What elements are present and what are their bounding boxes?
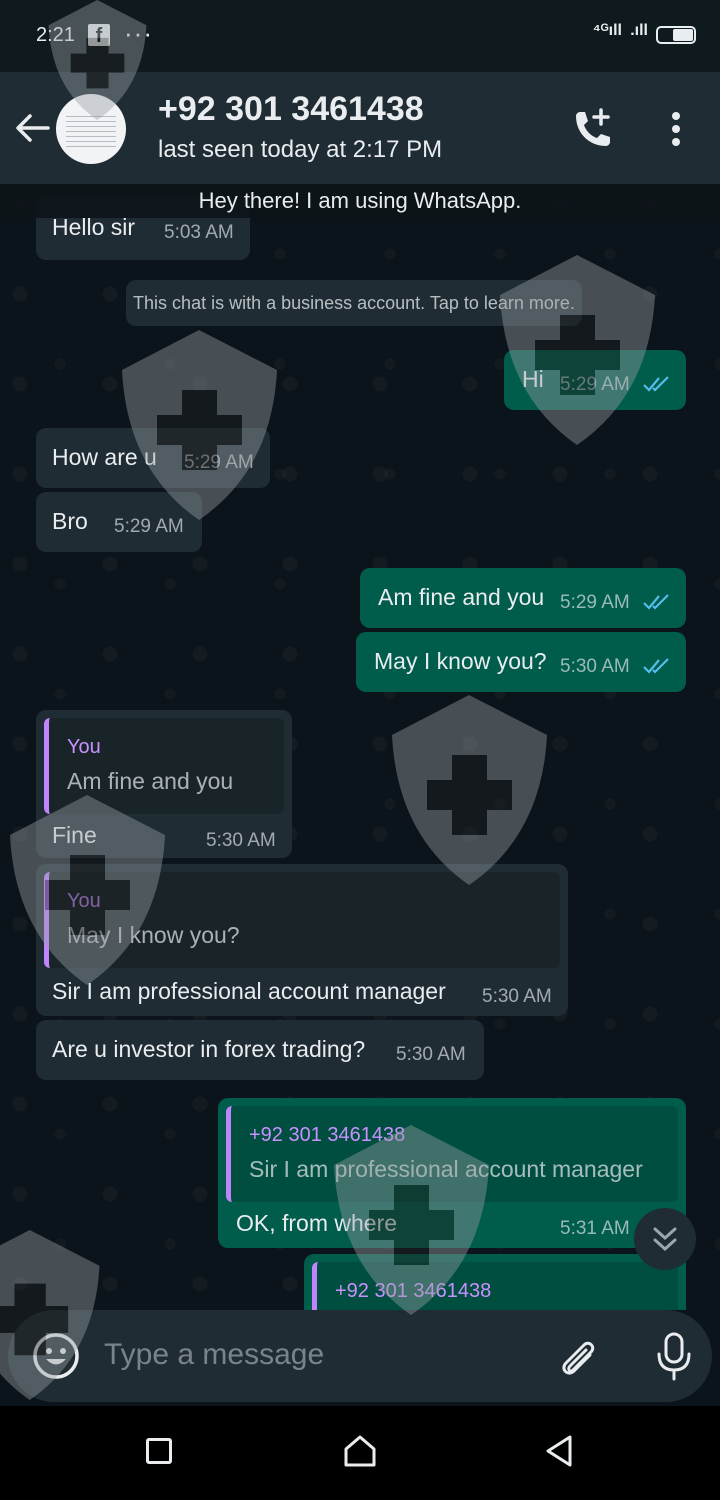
message-text: Hello sir (52, 214, 136, 240)
message-out[interactable]: May I know you? 5:30 AM (356, 632, 686, 692)
contact-last-seen: last seen today at 2:17 PM (158, 136, 443, 163)
message-in[interactable]: How are u 5:29 AM (36, 428, 270, 488)
message-time: 5:30 AM (206, 830, 276, 851)
add-call-icon[interactable] (568, 106, 616, 154)
status-time: 2:21 (36, 24, 75, 46)
message-time: 5:03 AM (164, 222, 234, 243)
status-bar: 2:21 f ··· ⁴ᴳıll .ıll (0, 0, 720, 72)
quoted-message[interactable]: You Am fine and you (44, 718, 284, 814)
message-time: 5:29 AM (560, 374, 630, 395)
quoted-author: You (67, 890, 101, 912)
signal-icon: .ıll (630, 22, 648, 39)
contact-about: Hey there! I am using WhatsApp. (0, 184, 720, 218)
emoji-icon[interactable] (32, 1332, 80, 1380)
message-composer: Type a message (0, 1310, 720, 1406)
message-time: 5:30 AM (560, 656, 630, 677)
message-text: Sir I am professional account manager (52, 978, 446, 1004)
message-text: May I know you? (374, 648, 547, 674)
message-time: 5:31 AM (560, 1218, 630, 1239)
message-text: OK, from where (236, 1210, 398, 1236)
back-arrow-icon[interactable] (14, 112, 50, 144)
message-text: Am fine and you (378, 584, 545, 610)
quoted-author: +92 301 3461438 (335, 1280, 492, 1302)
quoted-text: Am fine and you (67, 768, 234, 794)
message-time: 5:29 AM (114, 516, 184, 537)
more-notifications-icon: ··· (124, 18, 153, 48)
contact-name[interactable]: +92 301 3461438 (158, 90, 424, 129)
message-out-reply[interactable]: +92 301 3461438 (304, 1254, 686, 1310)
message-text: Bro (52, 508, 88, 534)
message-text: Fine (52, 822, 97, 848)
message-time: 5:29 AM (184, 452, 254, 473)
read-ticks-icon (643, 376, 669, 392)
quoted-author: You (67, 736, 101, 758)
message-out[interactable]: Am fine and you 5:29 AM (360, 568, 686, 628)
battery-icon (656, 26, 696, 44)
avatar[interactable] (56, 94, 126, 164)
chat-area[interactable]: Hey there! I am using WhatsApp. Hello si… (0, 184, 720, 1310)
message-out-reply[interactable]: +92 301 3461438 Sir I am professional ac… (218, 1098, 686, 1248)
scroll-to-bottom-button[interactable] (634, 1208, 696, 1270)
quoted-message[interactable]: +92 301 3461438 (312, 1262, 678, 1310)
read-ticks-icon (643, 594, 669, 610)
message-text: How are u (52, 444, 157, 470)
message-in-reply[interactable]: You Am fine and you Fine 5:30 AM (36, 710, 292, 858)
message-time: 5:29 AM (560, 592, 630, 613)
quoted-message[interactable]: +92 301 3461438 Sir I am professional ac… (226, 1106, 678, 1202)
quoted-text: Sir I am professional account manager (249, 1156, 643, 1182)
chat-header: +92 301 3461438 last seen today at 2:17 … (0, 72, 720, 184)
message-in[interactable]: Are u investor in forex trading? 5:30 AM (36, 1020, 484, 1080)
message-time: 5:30 AM (482, 986, 552, 1007)
nav-home-icon[interactable] (343, 1434, 377, 1468)
message-time: 5:30 AM (396, 1044, 466, 1065)
nav-recents-icon[interactable] (146, 1438, 172, 1464)
read-ticks-icon (643, 658, 669, 674)
business-account-notice[interactable]: This chat is with a business account. Ta… (126, 280, 582, 326)
quoted-text: May I know you? (67, 922, 240, 948)
message-text: Hi (522, 366, 544, 392)
chevrons-down-icon (653, 1227, 677, 1252)
message-input[interactable]: Type a message (8, 1310, 712, 1402)
message-text: Are u investor in forex trading? (52, 1036, 366, 1062)
nav-back-icon[interactable] (544, 1434, 574, 1468)
message-placeholder: Type a message (104, 1338, 325, 1371)
more-vert-icon[interactable] (664, 108, 688, 152)
quoted-message[interactable]: You May I know you? (44, 872, 560, 968)
message-in[interactable]: Bro 5:29 AM (36, 492, 202, 552)
facebook-icon: f (88, 24, 110, 47)
message-in-reply[interactable]: You May I know you? Sir I am professiona… (36, 864, 568, 1016)
mic-icon[interactable] (654, 1332, 694, 1382)
signal-4g-icon: ⁴ᴳıll (592, 22, 622, 39)
message-out[interactable]: Hi 5:29 AM (504, 350, 686, 410)
quoted-author: +92 301 3461438 (249, 1124, 406, 1146)
attach-icon[interactable] (556, 1336, 600, 1380)
